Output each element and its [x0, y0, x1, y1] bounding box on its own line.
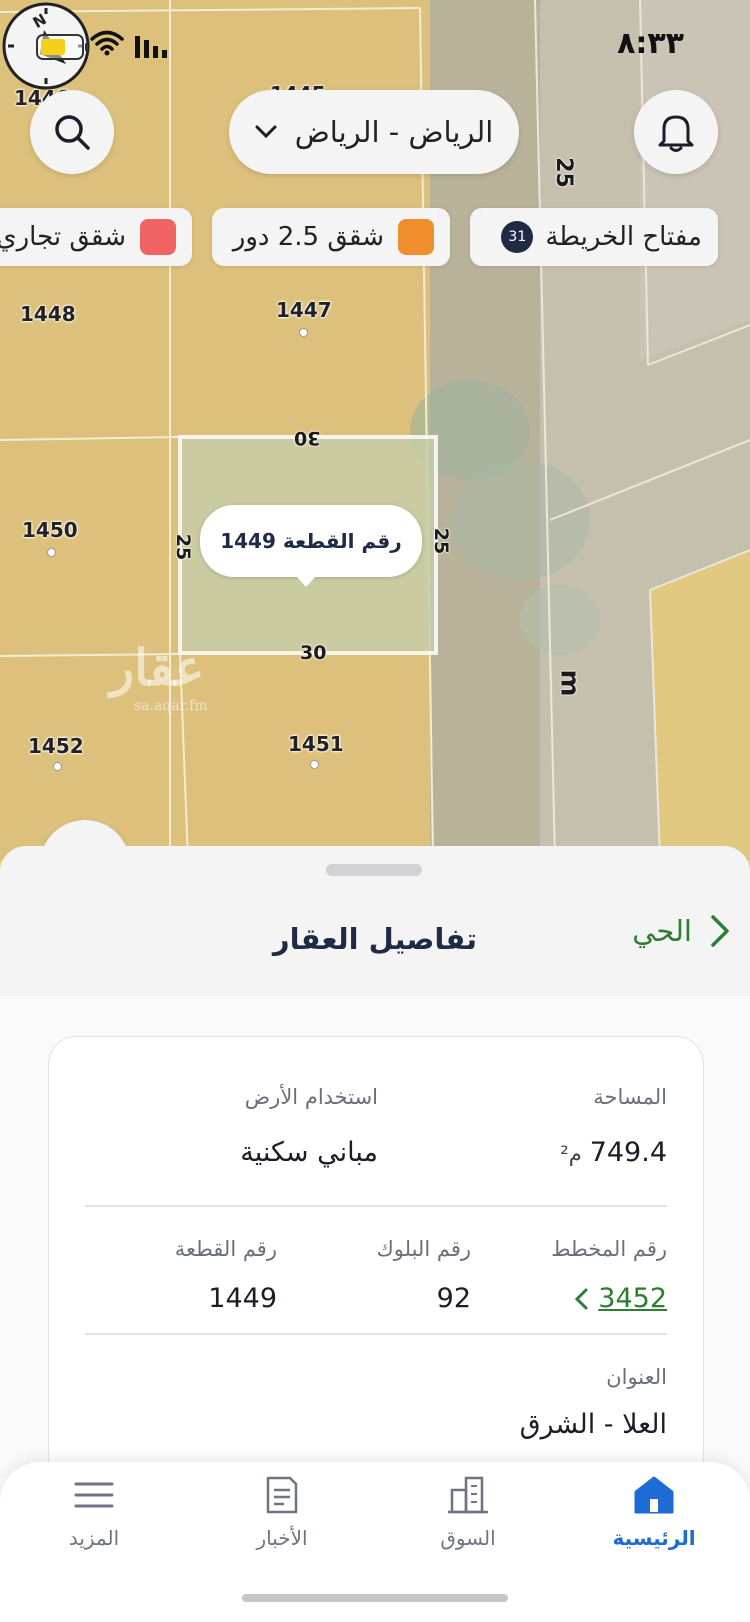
plot-number: 1452 [28, 734, 84, 758]
plot-number-value: 1449 [208, 1283, 277, 1314]
callout-tail [296, 576, 316, 587]
wifi-icon [90, 30, 124, 56]
street-label: 25 [550, 157, 576, 188]
plot-number-label: رقم القطعة [174, 1237, 277, 1261]
selected-plot-label: رقم القطعة 1449 [220, 529, 402, 553]
map-key-label: مفتاح الخريطة [545, 222, 702, 252]
news-icon [266, 1476, 298, 1514]
dimension-label: 30 [294, 427, 321, 449]
plan-number-label: رقم المخطط [551, 1237, 667, 1261]
color-swatch [140, 219, 176, 255]
chevron-left-icon [575, 1288, 588, 1309]
tab-home-label: الرئيسية [612, 1526, 696, 1550]
address-label: العنوان [606, 1365, 667, 1389]
plan-number-link[interactable]: 3452 [574, 1283, 667, 1314]
plan-number-value: 3452 [598, 1283, 667, 1314]
land-use-value: مباني سكنية [240, 1137, 378, 1168]
map-key-chip[interactable]: شقق تجاري [0, 208, 192, 266]
dimension-label: 25 [430, 527, 453, 555]
map-key-chip[interactable]: شقق 2.5 دور [212, 208, 450, 266]
area-unit: م² [560, 1142, 582, 1166]
plot-marker [53, 762, 62, 771]
selected-plot-callout[interactable]: رقم القطعة 1449 [200, 505, 422, 587]
tab-market[interactable]: السوق [388, 1474, 548, 1574]
watermark-text: عقار [110, 638, 205, 697]
home-icon [634, 1476, 674, 1514]
plot-marker [47, 548, 56, 557]
map-key-button[interactable]: مفتاح الخريطة 31 [470, 208, 718, 266]
block-number-label: رقم البلوك [376, 1237, 471, 1261]
tab-more[interactable]: المزيد [14, 1474, 174, 1574]
watermark-logo: عقار sa.aqar.fm [110, 638, 208, 714]
home-indicator [242, 1594, 508, 1602]
map-key-chip-label: شقق تجاري [0, 222, 126, 252]
chevron-down-icon [255, 125, 277, 139]
street-label: m [554, 669, 585, 697]
tab-news[interactable]: الأخبار [202, 1474, 362, 1574]
sheet-grabber[interactable] [326, 864, 422, 876]
watermark-url: sa.aqar.fm [134, 698, 208, 714]
menu-icon [74, 1482, 114, 1508]
color-swatch [398, 219, 434, 255]
bell-icon [658, 115, 694, 152]
city-selector[interactable]: الرياض - الرياض [229, 90, 519, 174]
status-bar: ٨:٣٣ [0, 0, 750, 90]
divider [85, 1205, 667, 1207]
area-field: 749.4 م² [560, 1137, 667, 1168]
chevron-right-icon [711, 915, 729, 947]
plot-marker [299, 328, 308, 337]
land-use-label: استخدام الأرض [244, 1085, 378, 1109]
plot-number: 1450 [22, 518, 78, 542]
signal-icon [135, 36, 167, 58]
city-selector-label: الرياض - الرياض [294, 115, 494, 149]
back-link-label: الحي [632, 914, 692, 948]
plot-marker [310, 760, 319, 769]
area-value: 749.4 [589, 1137, 667, 1168]
search-icon [55, 115, 90, 150]
tab-home[interactable]: الرئيسية [574, 1474, 734, 1574]
map-key-count-badge: 31 [501, 221, 534, 253]
address-value: العلا - الشرق [519, 1409, 667, 1440]
block-number-value: 92 [436, 1283, 471, 1314]
sheet-header: تفاصيل العقار الحي [0, 900, 750, 990]
neighborhood-back-link[interactable]: الحي [632, 914, 730, 948]
plot-number: 1448 [20, 302, 76, 326]
tab-news-label: الأخبار [256, 1526, 308, 1550]
bottom-tab-bar: الرئيسية السوق الأخبار المزيد [0, 1462, 750, 1622]
dimension-label: 30 [300, 642, 327, 664]
area-label: المساحة [593, 1085, 667, 1109]
plot-number: 1447 [276, 298, 332, 322]
tab-more-label: المزيد [68, 1526, 120, 1550]
plot-number: 1451 [288, 732, 344, 756]
buildings-icon [448, 1476, 488, 1514]
notifications-button[interactable] [634, 90, 718, 174]
search-button[interactable] [30, 90, 114, 174]
battery-icon [36, 34, 88, 60]
divider [85, 1333, 667, 1335]
map-key-chip-label: شقق 2.5 دور [232, 222, 384, 252]
dimension-label: 25 [172, 533, 195, 561]
tab-market-label: السوق [440, 1526, 496, 1550]
clock: ٨:٣٣ [617, 26, 684, 61]
